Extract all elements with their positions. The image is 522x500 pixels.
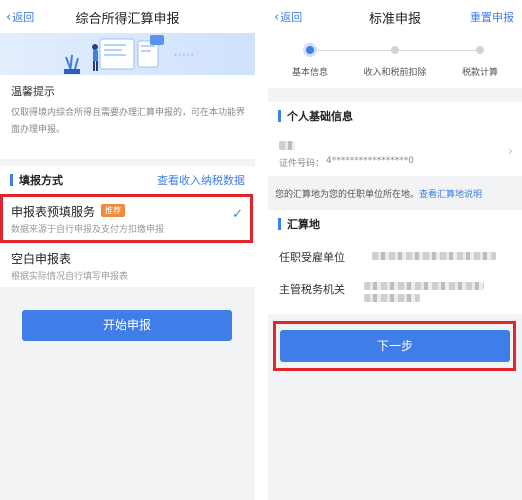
option-blank-title: 空白申报表 xyxy=(11,252,72,266)
step-label-3: 税款计算 xyxy=(461,68,498,78)
step-label-1: 基本信息 xyxy=(291,68,328,78)
banner-arrows: ‹‹‹‹‹ xyxy=(174,50,195,59)
section-bar xyxy=(278,110,281,122)
start-button[interactable]: 开始申报 xyxy=(22,310,232,341)
notice-text: 您的汇算地为您的任职单位所在地。 xyxy=(275,190,420,200)
tax-authority-label: 主管税务机关 xyxy=(279,283,345,296)
employer-label: 任职受雇单位 xyxy=(279,251,345,264)
settlement-header: 汇算地 xyxy=(268,210,522,238)
step-dot-3 xyxy=(476,46,484,54)
option-blank-desc: 根据实际情况自行填写申报表 xyxy=(11,272,129,282)
personal-heading: 个人基础信息 xyxy=(287,110,353,123)
page-title: 综合所得汇算申报 xyxy=(75,12,180,27)
section-header: 填报方式 查看收入纳税数据 xyxy=(0,166,255,194)
notice-bar: 您的汇算地为您的任职单位所在地。查看汇算地说明 xyxy=(268,181,522,205)
tips-heading: 温馨提示 xyxy=(11,85,55,98)
view-income-link[interactable]: 查看收入纳税数据 xyxy=(157,172,245,188)
tax-authority-redacted-1 xyxy=(364,282,484,290)
progress-steps: 基本信息 收入和税前扣除 税款计算 xyxy=(268,33,522,88)
section-bar xyxy=(10,174,13,186)
personal-info-row[interactable]: 证件号码： 4*****************0 › xyxy=(268,130,522,176)
highlight-box xyxy=(273,321,516,371)
settlement-heading: 汇算地 xyxy=(287,218,320,231)
reset-button[interactable]: 重置申报 xyxy=(470,9,514,25)
section-label: 填报方式 xyxy=(19,174,63,187)
step-label-2: 收入和税前扣除 xyxy=(363,68,427,78)
tax-authority-redacted-2 xyxy=(364,294,420,302)
banner-illustration xyxy=(64,35,164,74)
option-blank[interactable]: 空白申报表 根据实际情况自行填写申报表 xyxy=(0,244,255,287)
settlement-card: 任职受雇单位 主管税务机关 xyxy=(268,238,522,314)
personal-header: 个人基础信息 xyxy=(268,102,522,130)
nav-bar: ‹返回 标准申报 重置申报 xyxy=(268,0,522,33)
id-value: 4*****************0 xyxy=(326,156,414,166)
id-label: 证件号码： xyxy=(279,159,325,169)
left-screen: ‹返回 综合所得汇算申报 ‹‹‹‹‹ 温馨提示 仅取得境内综合所得且需要办理汇算… xyxy=(0,0,255,500)
right-screen: ‹返回 标准申报 重置申报 基本信息 收入和税前扣除 税款计算 个人基础信息 证… xyxy=(268,0,522,500)
highlight-box xyxy=(0,194,253,243)
notice-link[interactable]: 查看汇算地说明 xyxy=(419,190,482,200)
tips-body: 仅取得境内综合所得且需要办理汇算申报的，可在本功能界面办理申报。 xyxy=(11,108,246,135)
employer-value-redacted xyxy=(372,252,496,260)
section-bar xyxy=(278,218,281,230)
nav-bar: ‹返回 综合所得汇算申报 xyxy=(0,0,255,33)
name-redacted xyxy=(279,141,295,150)
step-dot-1 xyxy=(306,46,314,54)
step-dot-2 xyxy=(391,46,399,54)
illustration-banner: ‹‹‹‹‹ xyxy=(0,33,255,75)
tips-card: 温馨提示 仅取得境内综合所得且需要办理汇算申报的，可在本功能界面办理申报。 xyxy=(0,75,255,159)
chevron-right-icon: › xyxy=(508,144,513,158)
